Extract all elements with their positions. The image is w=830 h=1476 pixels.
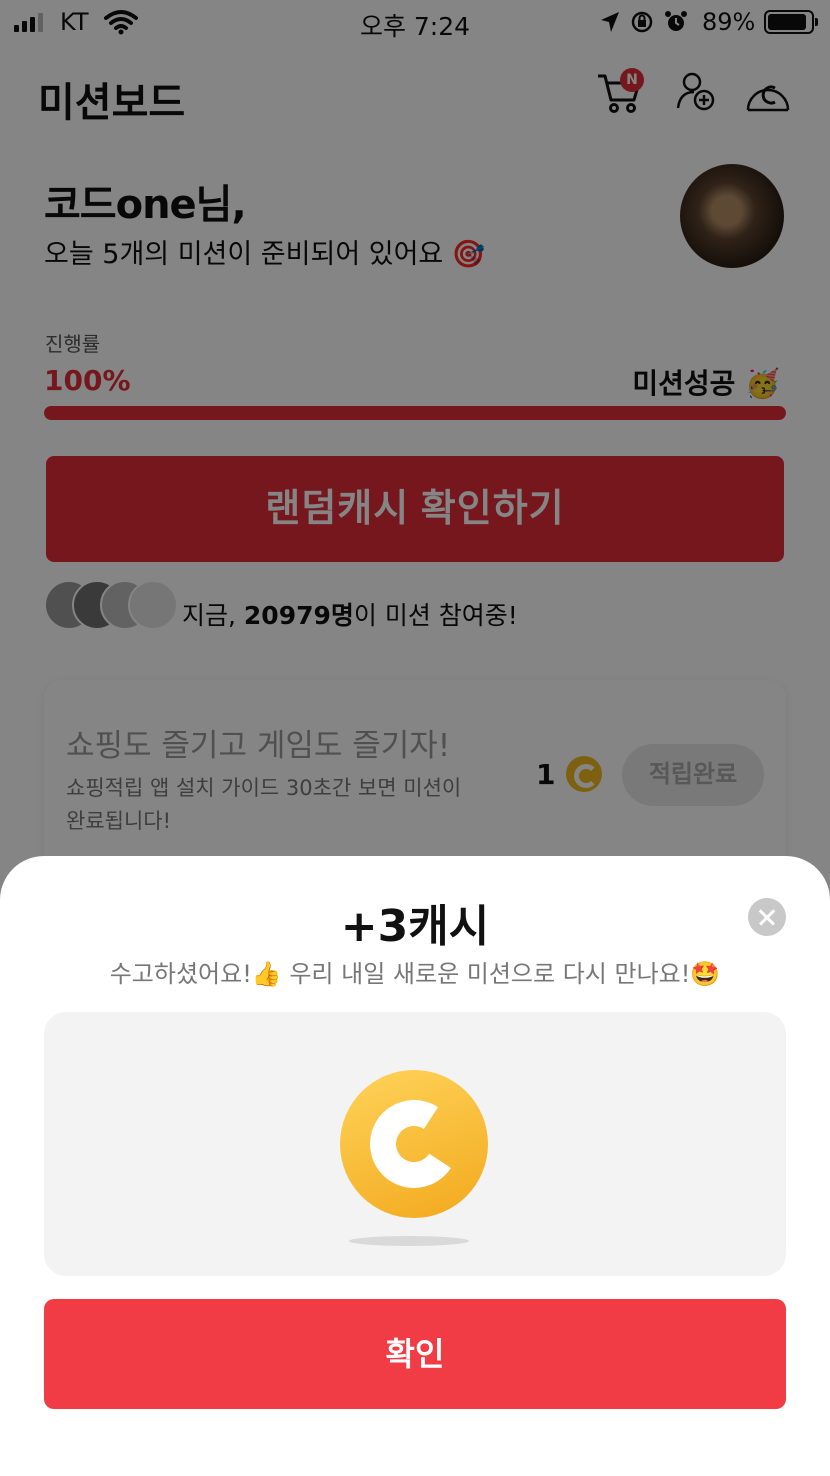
close-icon[interactable] [748,898,786,936]
popup-message: 수고하셨어요!👍 우리 내일 새로운 미션으로 다시 만나요!🤩 [109,960,721,988]
reward-popup: +3캐시 수고하셨어요!👍 우리 내일 새로운 미션으로 다시 만나요!🤩 확인 [0,856,830,1476]
coin-panel [44,1012,786,1276]
coin-icon [340,1070,488,1218]
popup-title: +3캐시 [340,901,490,952]
coin-shadow [349,1236,469,1246]
confirm-button[interactable]: 확인 [44,1299,786,1409]
